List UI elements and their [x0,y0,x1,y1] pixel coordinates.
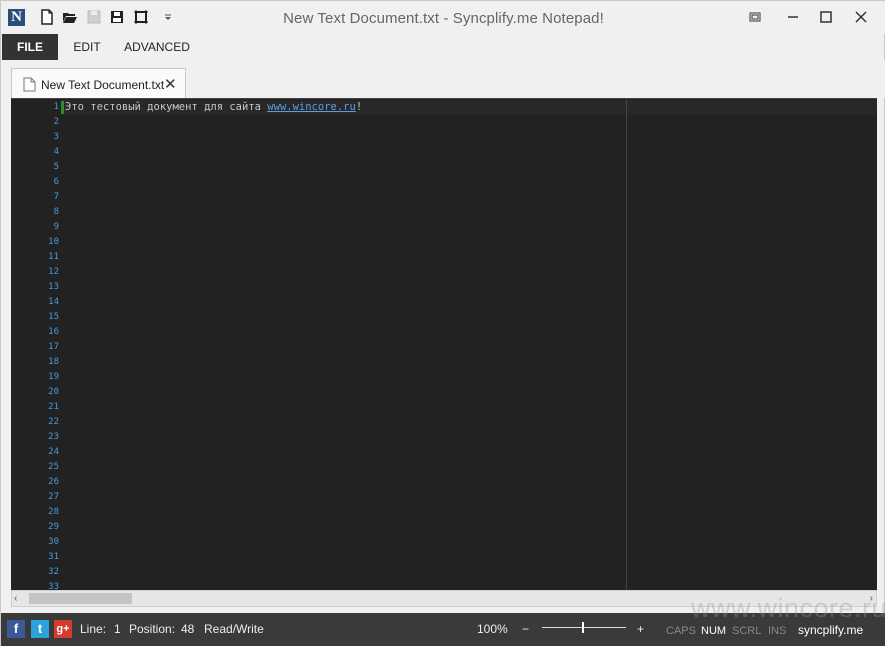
line-number: 25 [48,462,59,472]
editor-line-1[interactable]: Это тестовый документ для сайта www.winc… [65,101,362,113]
line-number: 11 [48,252,59,262]
line-number: 24 [48,447,59,457]
open-folder-icon[interactable] [62,9,78,25]
zoom-slider-thumb[interactable] [582,622,584,633]
line-number: 6 [53,177,59,187]
ins-indicator: INS [768,625,787,637]
line-number: 31 [48,552,59,562]
line-number: 8 [53,207,59,217]
code-editor[interactable]: 1 2 3 4 5 6 7 8 9 10 11 12 13 14 15 16 17 18 19 20 21 22 23 24 2… [11,98,877,590]
status-bar: f t g+ Line: 1 Position: 48 Read/Write 1… [1,613,885,646]
document-tabs: New Text Document.txt ✕ [1,60,885,99]
line-number: 21 [48,402,59,412]
line-text: Это тестовый документ для сайта [65,101,268,113]
scrl-indicator: SCRL [732,625,762,637]
line-number: 15 [48,312,59,322]
line-number: 2 [53,117,59,127]
zoom-level: 100% [477,622,508,636]
tab-label: New Text Document.txt [41,78,165,92]
change-marker [61,101,64,114]
line-number: 20 [48,387,59,397]
menu-file[interactable]: FILE [2,34,58,60]
save-all-icon[interactable] [109,9,125,25]
line-number: 23 [48,432,59,442]
line-number: 17 [48,342,59,352]
maximize-icon[interactable] [812,5,840,29]
customize-toolbar-icon[interactable] [162,9,174,25]
line-number: 27 [48,492,59,502]
line-number: 30 [48,537,59,547]
twitter-icon[interactable]: t [31,620,49,638]
line-number: 33 [48,582,59,590]
close-tab-icon[interactable]: ✕ [164,75,177,93]
zoom-slider-track[interactable] [542,627,626,628]
scroll-right-icon[interactable]: › [870,593,873,604]
line-number: 7 [53,192,59,202]
line-number: 13 [48,282,59,292]
line-number: 19 [48,372,59,382]
line-number: 22 [48,417,59,427]
right-margin-guide [626,99,627,590]
fullscreen-icon[interactable] [133,9,149,25]
menu-bar: FILE EDIT ADVANCED [1,34,885,60]
caps-indicator: CAPS [666,625,696,637]
zoom-out-button[interactable]: − [522,622,529,636]
new-document-icon[interactable] [39,9,55,25]
line-number: 12 [48,267,59,277]
line-suffix: ! [355,101,363,113]
line-label: Line: [80,622,107,636]
position-value: 48 [181,622,195,636]
line-number: 32 [48,567,59,577]
line-number: 28 [48,507,59,517]
line-number: 29 [48,522,59,532]
googleplus-icon[interactable]: g+ [54,620,72,638]
num-indicator: NUM [701,625,727,637]
line-number: 26 [48,477,59,487]
line-number: 3 [53,132,59,142]
scrollbar-thumb[interactable] [29,593,132,604]
access-mode: Read/Write [204,622,264,636]
save-icon-disabled[interactable] [86,9,102,25]
text-file-icon [23,77,36,92]
line-number: 1 [53,102,59,112]
position-label: Position: [129,622,176,636]
close-window-icon[interactable] [847,5,875,29]
line-number: 10 [48,237,59,247]
zoom-in-button[interactable]: + [637,622,644,636]
menu-advanced[interactable]: ADVANCED [117,34,197,60]
minimize-icon[interactable] [779,5,807,29]
app-logo-icon[interactable]: N [8,9,25,26]
editor-link[interactable]: www.wincore.ru [267,101,356,113]
line-number: 16 [48,327,59,337]
line-number-gutter: 1 2 3 4 5 6 7 8 9 10 11 12 13 14 15 16 17 18 19 20 21 22 23 24 2… [11,99,61,590]
line-number: 9 [53,222,59,232]
horizontal-scrollbar[interactable]: ‹ › [11,590,877,607]
restore-view-icon[interactable] [741,5,769,29]
line-number: 14 [48,297,59,307]
line-number: 5 [53,162,59,172]
brand-logo[interactable]: syncplify.me [798,623,863,637]
line-number: 4 [53,147,59,157]
app-window: N New Text Document.txt - Syncplify.me N… [0,0,885,646]
title-bar: N New Text Document.txt - Syncplify.me N… [1,1,885,34]
line-number: 18 [48,357,59,367]
tab-new-text-document[interactable]: New Text Document.txt ✕ [11,68,186,99]
facebook-icon[interactable]: f [7,620,25,638]
scroll-left-icon[interactable]: ‹ [14,593,17,604]
line-value: 1 [114,622,121,636]
menu-edit[interactable]: EDIT [61,34,113,60]
